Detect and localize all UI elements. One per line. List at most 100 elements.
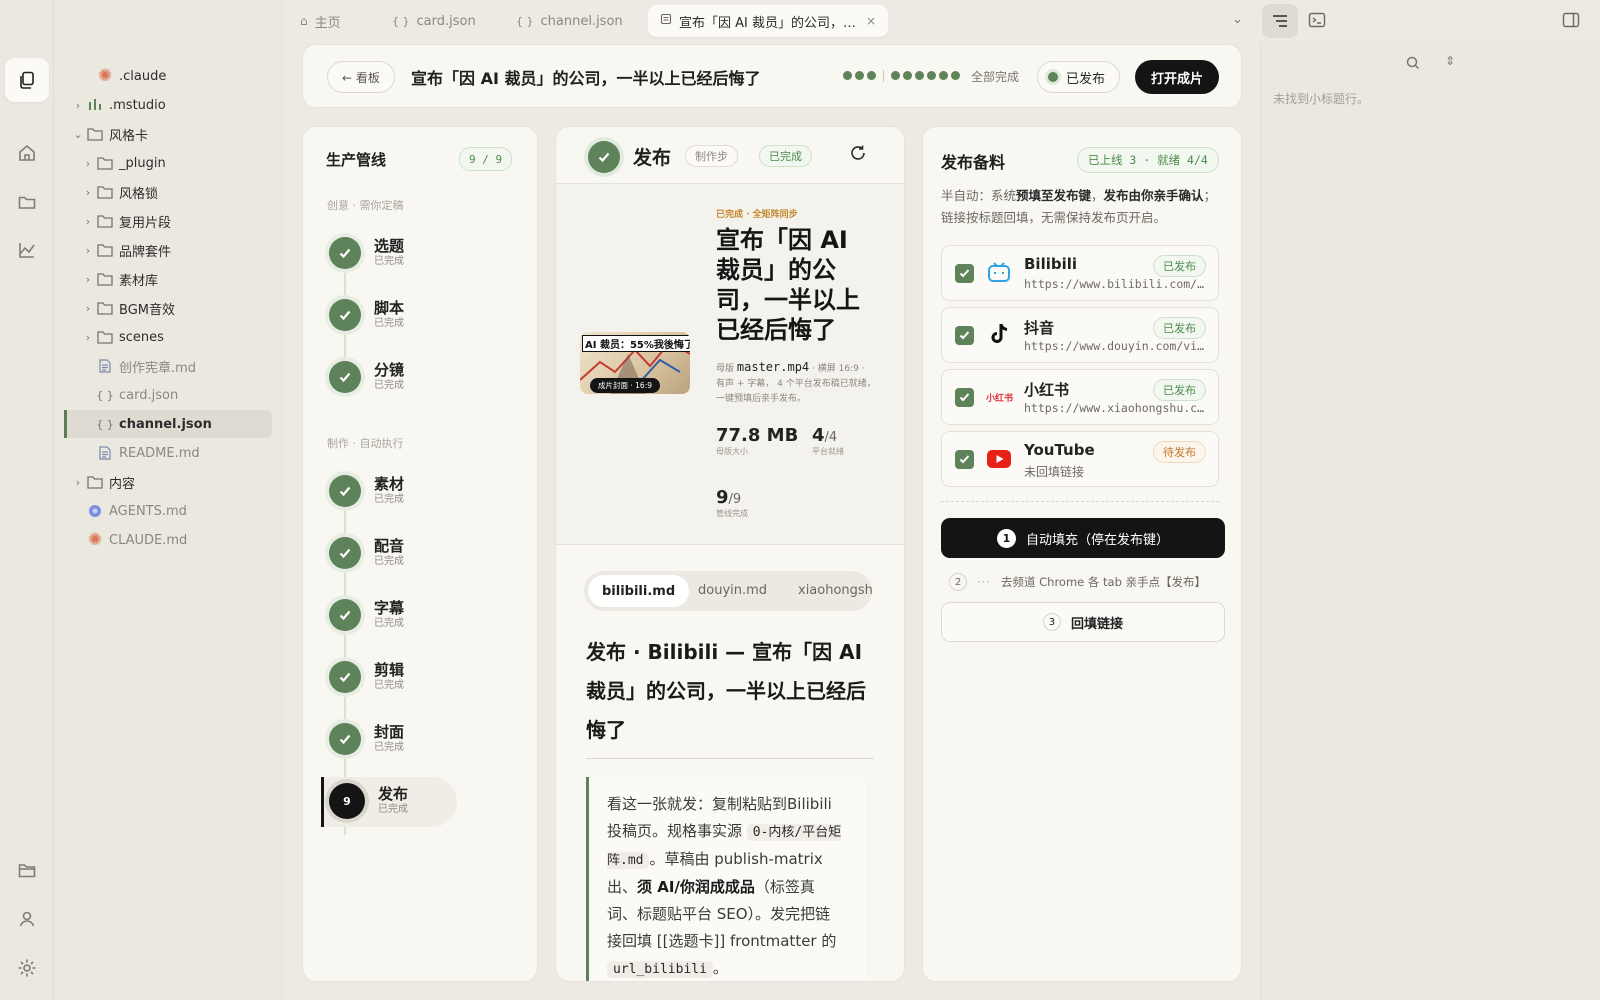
tree-item-claude[interactable]: ✺ .claude xyxy=(64,62,272,90)
outline-icon[interactable] xyxy=(1262,4,1298,38)
page-title: 宣布「因 AI 裁员」的公司，一半以上已经后悔了 xyxy=(411,69,761,88)
tree-item-fenggeka[interactable]: ⌄ 风格卡 xyxy=(64,120,272,148)
sidebar-toggle-icon[interactable] xyxy=(1562,12,1580,32)
tree-item-bgm[interactable]: › BGM音效 xyxy=(64,294,272,322)
home-icon[interactable] xyxy=(5,131,49,175)
button-label: 自动填充（停在发布键） xyxy=(1025,532,1169,548)
step-status: 已完成 xyxy=(374,618,404,629)
autofill-button[interactable]: 1 自动填充（停在发布键） xyxy=(941,518,1225,558)
pipeline-step-peiyin[interactable]: 配音 已完成 xyxy=(329,537,404,569)
folder-open-icon[interactable] xyxy=(5,848,49,892)
tab-home[interactable]: ⌂ 主页 xyxy=(300,5,341,37)
tree-item-label: 复用片段 xyxy=(119,215,172,231)
tab-card-json[interactable]: { } card.json xyxy=(392,5,476,37)
tree-item-mstudio[interactable]: › .mstudio xyxy=(64,91,272,119)
claude-asterisk-icon: ✺ xyxy=(87,530,103,550)
folder-icon xyxy=(96,242,114,258)
pipeline-step-fabu[interactable]: 9 发布 已完成 xyxy=(329,783,408,819)
pipeline-step-zimu[interactable]: 字幕 已完成 xyxy=(329,599,404,631)
tree-item-neirong[interactable]: › 内容 xyxy=(64,468,272,496)
thumbnail-title: AI 裁员：55%我後悔了 xyxy=(582,335,690,352)
file-icon xyxy=(96,358,114,374)
stat-size: 77.8 MB 母版大小 xyxy=(716,425,798,457)
step-number-badge: 9 xyxy=(329,783,365,819)
pipeline-step-jianji[interactable]: 剪辑 已完成 xyxy=(329,661,404,693)
tree-item-fenggesuo[interactable]: › 风格锁 xyxy=(64,178,272,206)
chevron-right-icon: › xyxy=(85,243,91,257)
tree-item-sucaiku[interactable]: › 素材库 xyxy=(64,265,272,293)
tab-channel-json[interactable]: { } channel.json xyxy=(516,5,623,37)
chart-icon[interactable] xyxy=(5,228,49,272)
stat-label: 母版大小 xyxy=(716,447,748,456)
platform-row-bilibili[interactable]: Bilibili https://www.bilibili.com/video/… xyxy=(941,245,1219,301)
pipeline-step-fenjing[interactable]: 分镜 已完成 xyxy=(329,361,404,393)
step-name: 字幕 xyxy=(374,599,405,617)
thumbnail-badge: 成片封面 · 16:9 xyxy=(590,378,660,393)
pipeline-step-xuanti[interactable]: 选题 已完成 xyxy=(329,237,404,269)
tree-item-plugin[interactable]: › _plugin xyxy=(64,149,272,177)
tree-item-card-json[interactable]: { } card.json xyxy=(64,381,272,409)
close-icon[interactable]: × xyxy=(866,14,876,28)
files-icon[interactable] xyxy=(5,58,49,102)
tree-item-claude-md[interactable]: ✺ CLAUDE.md xyxy=(64,526,272,554)
cover-thumbnail[interactable]: AI 裁员：55%我後悔了 成片封面 · 16:9 xyxy=(580,332,690,394)
folder-icon xyxy=(96,329,114,345)
stat-label: 平台就绪 xyxy=(812,447,844,456)
backfill-links-button[interactable]: 3 回填链接 xyxy=(941,602,1225,642)
pipeline-step-sucai[interactable]: 素材 已完成 xyxy=(329,475,404,507)
tree-item-fuyong[interactable]: › 复用片段 xyxy=(64,207,272,235)
stat-value: 77.8 MB xyxy=(716,425,799,446)
platform-name: YouTube xyxy=(1024,441,1095,459)
tab-label: 宣布「因 AI 裁员」的公司，… xyxy=(679,15,856,31)
platform-row-douyin[interactable]: 抖音 https://www.douyin.com/video/ 已发布 xyxy=(941,307,1219,363)
tab-label: channel.json xyxy=(540,13,623,29)
tab-douyin-md[interactable]: douyin.md xyxy=(698,583,767,598)
bars-icon xyxy=(86,97,104,113)
master-prefix: 母版 xyxy=(716,364,735,374)
tab-bilibili-md[interactable]: bilibili.md xyxy=(588,575,690,607)
check-icon xyxy=(329,599,361,631)
folder-icon[interactable] xyxy=(5,180,49,224)
master-meta: 母版 master.mp4 · 横屏 16:9 · 有声 + 字幕， 4 个平台… xyxy=(716,360,876,407)
status-kicker: 已完成 · 全矩阵同步 xyxy=(716,210,798,220)
status-badge: 已发布 xyxy=(1037,61,1121,93)
stat-total: /4 xyxy=(824,430,838,445)
quote-part: 。 xyxy=(712,959,728,977)
open-final-button[interactable]: 打开成片 xyxy=(1135,60,1220,94)
tree-item-pinpai[interactable]: › 品牌套件 xyxy=(64,236,272,264)
platform-row-youtube[interactable]: YouTube 未回填链接 待发布 xyxy=(941,431,1219,487)
tree-item-label: 素材库 xyxy=(119,273,159,289)
checkbox-checked-icon[interactable] xyxy=(955,388,974,407)
tree-item-channel-json[interactable]: { } channel.json xyxy=(64,410,272,438)
tree-item-label: _plugin xyxy=(119,155,166,171)
tree-item-charter[interactable]: 创作宪章.md xyxy=(64,352,272,380)
settings-gear-icon[interactable] xyxy=(5,946,49,990)
refresh-icon[interactable] xyxy=(849,144,867,166)
tree-item-label: 风格卡 xyxy=(109,128,149,144)
chevron-down-icon[interactable]: ⌄ xyxy=(1232,12,1243,27)
checkbox-checked-icon[interactable] xyxy=(955,450,974,469)
step-name: 剪辑 xyxy=(374,661,405,679)
checkbox-checked-icon[interactable] xyxy=(955,326,974,345)
tree-item-readme[interactable]: README.md xyxy=(64,439,272,467)
pipeline-step-jiaoben[interactable]: 脚本 已完成 xyxy=(329,299,404,331)
pipeline-step-fengmian[interactable]: 封面 已完成 xyxy=(329,723,404,755)
user-icon[interactable] xyxy=(5,897,49,941)
stat-platforms: 4/4 平台就绪 xyxy=(812,425,844,457)
tab-xiaohongshu-md[interactable]: xiaohongsh xyxy=(798,583,872,598)
tree-item-scenes[interactable]: › scenes xyxy=(64,323,272,351)
douyin-icon xyxy=(988,322,1010,350)
search-icon[interactable] xyxy=(1406,56,1420,74)
platform-row-xiaohongshu[interactable]: 小红书 小红书 https://www.xiaohongshu.com/ 已发布 xyxy=(941,369,1219,425)
step-number-badge: 1 xyxy=(996,528,1016,548)
tree-item-agents[interactable]: AGENTS.md xyxy=(64,497,272,525)
progress-dots xyxy=(843,70,960,83)
chevron-right-icon: › xyxy=(85,330,91,344)
checkbox-checked-icon[interactable] xyxy=(955,264,974,283)
expand-collapse-icon[interactable]: ⇕ xyxy=(1445,54,1455,68)
tab-publish-doc[interactable]: 宣布「因 AI 裁员」的公司，… × xyxy=(648,5,888,37)
pipeline-panel: 生产管线 9 / 9 创意 · 需你定稿 制作 · 自动执行 选题 已完成 脚本已… xyxy=(302,126,538,982)
terminal-icon[interactable] xyxy=(1308,11,1326,33)
home-icon: ⌂ xyxy=(300,14,308,28)
back-to-board-button[interactable]: ← 看板 xyxy=(327,61,395,93)
